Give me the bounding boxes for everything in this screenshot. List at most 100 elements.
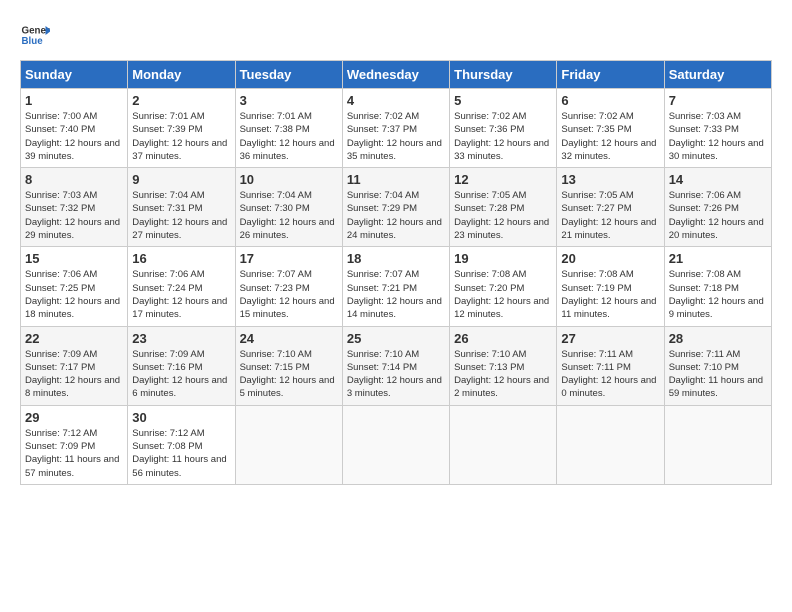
day-number: 13 <box>561 172 659 187</box>
calendar-cell: 16 Sunrise: 7:06 AMSunset: 7:24 PMDaylig… <box>128 247 235 326</box>
logo: General Blue <box>20 20 55 50</box>
day-number: 20 <box>561 251 659 266</box>
day-info: Sunrise: 7:07 AMSunset: 7:23 PMDaylight:… <box>240 268 338 321</box>
calendar-cell <box>450 405 557 484</box>
day-number: 29 <box>25 410 123 425</box>
day-number: 3 <box>240 93 338 108</box>
day-info: Sunrise: 7:01 AMSunset: 7:38 PMDaylight:… <box>240 110 338 163</box>
calendar-cell: 26 Sunrise: 7:10 AMSunset: 7:13 PMDaylig… <box>450 326 557 405</box>
calendar-cell: 24 Sunrise: 7:10 AMSunset: 7:15 PMDaylig… <box>235 326 342 405</box>
day-info: Sunrise: 7:03 AMSunset: 7:33 PMDaylight:… <box>669 110 767 163</box>
day-number: 6 <box>561 93 659 108</box>
day-number: 26 <box>454 331 552 346</box>
day-info: Sunrise: 7:09 AMSunset: 7:17 PMDaylight:… <box>25 348 123 401</box>
day-info: Sunrise: 7:04 AMSunset: 7:30 PMDaylight:… <box>240 189 338 242</box>
calendar-cell: 1 Sunrise: 7:00 AMSunset: 7:40 PMDayligh… <box>21 89 128 168</box>
calendar-cell <box>342 405 449 484</box>
calendar-cell <box>235 405 342 484</box>
week-row-2: 8 Sunrise: 7:03 AMSunset: 7:32 PMDayligh… <box>21 168 772 247</box>
calendar-cell <box>557 405 664 484</box>
day-number: 16 <box>132 251 230 266</box>
day-info: Sunrise: 7:05 AMSunset: 7:27 PMDaylight:… <box>561 189 659 242</box>
week-row-4: 22 Sunrise: 7:09 AMSunset: 7:17 PMDaylig… <box>21 326 772 405</box>
calendar-table: SundayMondayTuesdayWednesdayThursdayFrid… <box>20 60 772 485</box>
day-number: 12 <box>454 172 552 187</box>
day-number: 25 <box>347 331 445 346</box>
day-number: 28 <box>669 331 767 346</box>
day-header-monday: Monday <box>128 61 235 89</box>
day-number: 23 <box>132 331 230 346</box>
day-info: Sunrise: 7:03 AMSunset: 7:32 PMDaylight:… <box>25 189 123 242</box>
day-number: 1 <box>25 93 123 108</box>
calendar-cell: 15 Sunrise: 7:06 AMSunset: 7:25 PMDaylig… <box>21 247 128 326</box>
day-number: 17 <box>240 251 338 266</box>
day-number: 7 <box>669 93 767 108</box>
calendar-cell: 25 Sunrise: 7:10 AMSunset: 7:14 PMDaylig… <box>342 326 449 405</box>
calendar-cell: 9 Sunrise: 7:04 AMSunset: 7:31 PMDayligh… <box>128 168 235 247</box>
day-number: 8 <box>25 172 123 187</box>
calendar-cell: 7 Sunrise: 7:03 AMSunset: 7:33 PMDayligh… <box>664 89 771 168</box>
calendar-cell: 30 Sunrise: 7:12 AMSunset: 7:08 PMDaylig… <box>128 405 235 484</box>
calendar-cell: 28 Sunrise: 7:11 AMSunset: 7:10 PMDaylig… <box>664 326 771 405</box>
calendar-cell: 21 Sunrise: 7:08 AMSunset: 7:18 PMDaylig… <box>664 247 771 326</box>
day-header-saturday: Saturday <box>664 61 771 89</box>
day-info: Sunrise: 7:05 AMSunset: 7:28 PMDaylight:… <box>454 189 552 242</box>
day-info: Sunrise: 7:07 AMSunset: 7:21 PMDaylight:… <box>347 268 445 321</box>
day-number: 14 <box>669 172 767 187</box>
day-info: Sunrise: 7:11 AMSunset: 7:10 PMDaylight:… <box>669 348 767 401</box>
calendar-cell: 27 Sunrise: 7:11 AMSunset: 7:11 PMDaylig… <box>557 326 664 405</box>
calendar-cell: 23 Sunrise: 7:09 AMSunset: 7:16 PMDaylig… <box>128 326 235 405</box>
day-number: 15 <box>25 251 123 266</box>
day-header-wednesday: Wednesday <box>342 61 449 89</box>
day-number: 4 <box>347 93 445 108</box>
day-number: 21 <box>669 251 767 266</box>
calendar-cell: 17 Sunrise: 7:07 AMSunset: 7:23 PMDaylig… <box>235 247 342 326</box>
calendar-cell: 22 Sunrise: 7:09 AMSunset: 7:17 PMDaylig… <box>21 326 128 405</box>
day-number: 10 <box>240 172 338 187</box>
day-number: 27 <box>561 331 659 346</box>
day-number: 5 <box>454 93 552 108</box>
day-info: Sunrise: 7:10 AMSunset: 7:14 PMDaylight:… <box>347 348 445 401</box>
calendar-cell: 8 Sunrise: 7:03 AMSunset: 7:32 PMDayligh… <box>21 168 128 247</box>
day-info: Sunrise: 7:04 AMSunset: 7:29 PMDaylight:… <box>347 189 445 242</box>
calendar-cell <box>664 405 771 484</box>
day-info: Sunrise: 7:06 AMSunset: 7:24 PMDaylight:… <box>132 268 230 321</box>
day-info: Sunrise: 7:02 AMSunset: 7:35 PMDaylight:… <box>561 110 659 163</box>
day-number: 11 <box>347 172 445 187</box>
calendar-cell: 13 Sunrise: 7:05 AMSunset: 7:27 PMDaylig… <box>557 168 664 247</box>
calendar-cell: 29 Sunrise: 7:12 AMSunset: 7:09 PMDaylig… <box>21 405 128 484</box>
day-info: Sunrise: 7:10 AMSunset: 7:13 PMDaylight:… <box>454 348 552 401</box>
calendar-cell: 4 Sunrise: 7:02 AMSunset: 7:37 PMDayligh… <box>342 89 449 168</box>
day-info: Sunrise: 7:12 AMSunset: 7:09 PMDaylight:… <box>25 427 123 480</box>
calendar-cell: 5 Sunrise: 7:02 AMSunset: 7:36 PMDayligh… <box>450 89 557 168</box>
svg-text:Blue: Blue <box>22 36 44 47</box>
day-info: Sunrise: 7:08 AMSunset: 7:20 PMDaylight:… <box>454 268 552 321</box>
day-info: Sunrise: 7:08 AMSunset: 7:18 PMDaylight:… <box>669 268 767 321</box>
day-number: 18 <box>347 251 445 266</box>
calendar-cell: 14 Sunrise: 7:06 AMSunset: 7:26 PMDaylig… <box>664 168 771 247</box>
day-header-tuesday: Tuesday <box>235 61 342 89</box>
page-header: General Blue <box>20 20 772 50</box>
week-row-3: 15 Sunrise: 7:06 AMSunset: 7:25 PMDaylig… <box>21 247 772 326</box>
day-info: Sunrise: 7:06 AMSunset: 7:25 PMDaylight:… <box>25 268 123 321</box>
calendar-cell: 19 Sunrise: 7:08 AMSunset: 7:20 PMDaylig… <box>450 247 557 326</box>
calendar-cell: 18 Sunrise: 7:07 AMSunset: 7:21 PMDaylig… <box>342 247 449 326</box>
calendar-cell: 10 Sunrise: 7:04 AMSunset: 7:30 PMDaylig… <box>235 168 342 247</box>
calendar-cell: 2 Sunrise: 7:01 AMSunset: 7:39 PMDayligh… <box>128 89 235 168</box>
day-number: 24 <box>240 331 338 346</box>
day-info: Sunrise: 7:06 AMSunset: 7:26 PMDaylight:… <box>669 189 767 242</box>
day-info: Sunrise: 7:09 AMSunset: 7:16 PMDaylight:… <box>132 348 230 401</box>
day-info: Sunrise: 7:10 AMSunset: 7:15 PMDaylight:… <box>240 348 338 401</box>
day-info: Sunrise: 7:12 AMSunset: 7:08 PMDaylight:… <box>132 427 230 480</box>
calendar-cell: 12 Sunrise: 7:05 AMSunset: 7:28 PMDaylig… <box>450 168 557 247</box>
day-number: 22 <box>25 331 123 346</box>
day-info: Sunrise: 7:02 AMSunset: 7:36 PMDaylight:… <box>454 110 552 163</box>
day-info: Sunrise: 7:00 AMSunset: 7:40 PMDaylight:… <box>25 110 123 163</box>
calendar-cell: 20 Sunrise: 7:08 AMSunset: 7:19 PMDaylig… <box>557 247 664 326</box>
day-number: 30 <box>132 410 230 425</box>
day-number: 9 <box>132 172 230 187</box>
calendar-cell: 11 Sunrise: 7:04 AMSunset: 7:29 PMDaylig… <box>342 168 449 247</box>
day-number: 19 <box>454 251 552 266</box>
day-header-friday: Friday <box>557 61 664 89</box>
day-info: Sunrise: 7:11 AMSunset: 7:11 PMDaylight:… <box>561 348 659 401</box>
